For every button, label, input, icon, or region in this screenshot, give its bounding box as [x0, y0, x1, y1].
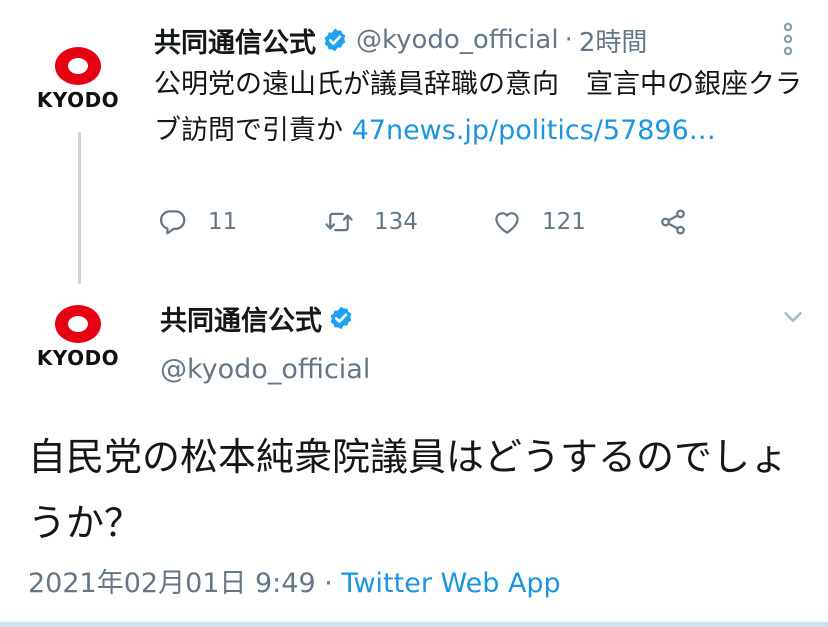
tweet-header: 共同通信公式 [160, 296, 354, 340]
like-count: 121 [542, 209, 586, 235]
like-icon [495, 212, 519, 234]
tweet-text: 公明党の遠山氏が議員辞職の意向 宣言中の銀座クラブ訪問で引責か 47news.j… [154, 62, 804, 154]
tweet-source[interactable]: Twitter Web App [341, 568, 560, 599]
reply-icon [159, 210, 186, 235]
tweet-time[interactable]: 2時間 [579, 22, 648, 59]
retweet-count: 134 [374, 209, 418, 235]
like-button[interactable]: 121 [492, 200, 586, 244]
kyodo-logo-mark [55, 47, 101, 85]
logo-text: KYODO [36, 88, 120, 112]
verified-badge-icon [330, 306, 352, 330]
reply-count: 11 [208, 209, 238, 235]
avatar[interactable]: KYODO [28, 42, 128, 132]
reply-button[interactable]: 11 [158, 200, 237, 244]
retweet-button[interactable]: 134 [324, 200, 418, 244]
tweet-text: 自民党の松本純衆院議員はどうするのでしょうか？ [28, 435, 789, 545]
article-link[interactable]: 47news.jp/politics/57896… [352, 115, 716, 146]
more-vertical-icon[interactable] [778, 22, 798, 56]
logo-text: KYODO [36, 346, 120, 370]
author-name[interactable]: 共同通信公式 [154, 21, 316, 60]
separator: · [564, 25, 573, 55]
tweet-timestamp[interactable]: 2021年02月01日 9:49 [28, 568, 316, 599]
author-handle[interactable]: @kyodo_official [160, 350, 370, 390]
retweet-icon [325, 212, 353, 232]
tweet-header: 共同通信公式 @kyodo_official · 2時間 [154, 20, 647, 60]
avatar[interactable]: KYODO [28, 300, 128, 390]
verified-badge-icon [324, 28, 346, 52]
author-name[interactable]: 共同通信公式 [160, 299, 322, 338]
tweet-actions: 11 134 121 [154, 200, 714, 244]
author-handle[interactable]: @kyodo_official [356, 25, 559, 55]
separator: · [324, 568, 333, 599]
share-button[interactable] [658, 200, 688, 244]
thread-connector [78, 132, 81, 284]
kyodo-logo-mark [55, 305, 101, 343]
divider [0, 622, 828, 627]
tweet-meta: 2021年02月01日 9:49 · Twitter Web App [28, 566, 561, 602]
share-icon [661, 209, 685, 235]
chevron-down-icon[interactable] [778, 302, 808, 332]
